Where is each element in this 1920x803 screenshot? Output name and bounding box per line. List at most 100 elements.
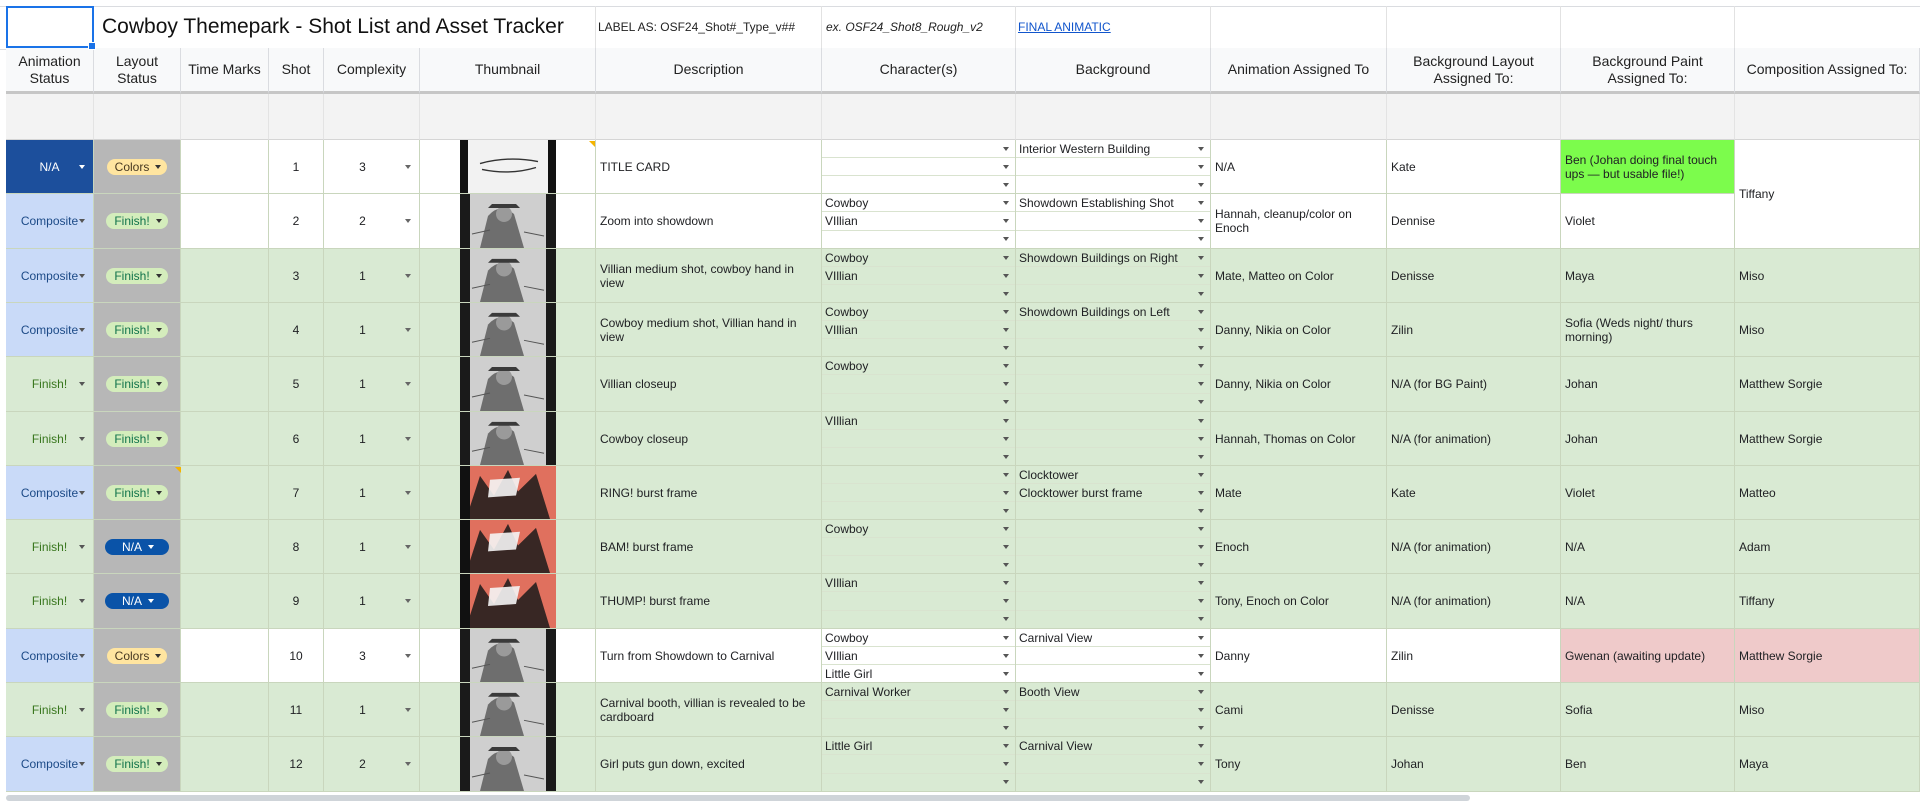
anim-status-cell[interactable]: Finish! [6, 683, 94, 737]
description-cell[interactable]: Villian medium shot, cowboy hand in view [596, 249, 822, 303]
shot-number-cell[interactable]: 4 [269, 303, 324, 357]
dropdown-arrow-icon[interactable] [1003, 291, 1009, 296]
dropdown-arrow-icon[interactable] [1003, 237, 1009, 242]
header-shot[interactable]: Shot [269, 48, 324, 94]
header-background[interactable]: Background [1016, 48, 1211, 94]
layout-status-cell[interactable]: Colors [94, 140, 181, 194]
character-dropdown[interactable]: Carnival Worker [822, 683, 1015, 701]
background-dropdown[interactable]: Showdown Buildings on Left [1016, 303, 1210, 321]
character-dropdown[interactable] [822, 611, 1015, 628]
chevron-down-icon[interactable] [155, 382, 162, 386]
bg-layout-assigned-cell[interactable]: Denisse [1387, 249, 1561, 303]
bg-layout-assigned-cell[interactable]: Johan [1387, 737, 1561, 792]
header-animation-assigned[interactable]: Animation Assigned To [1211, 48, 1387, 94]
dropdown-arrow-icon[interactable] [1003, 309, 1009, 314]
dropdown-arrow-icon[interactable] [405, 273, 411, 278]
dropdown-arrow-icon[interactable] [1198, 164, 1204, 169]
animation-assigned-cell[interactable]: Tony [1211, 737, 1387, 792]
time-marks-cell[interactable] [181, 683, 269, 737]
complexity-cell[interactable]: 3 [324, 140, 420, 194]
character-dropdown[interactable] [822, 502, 1015, 519]
character-dropdown[interactable] [822, 394, 1015, 411]
layout-status-chip[interactable]: Finish! [106, 484, 168, 501]
bg-paint-assigned-cell[interactable]: Violet [1561, 466, 1735, 520]
layout-status-cell[interactable]: Finish! [94, 357, 181, 412]
dropdown-arrow-icon[interactable] [405, 490, 411, 495]
shot-number-cell[interactable]: 12 [269, 737, 324, 792]
dropdown-arrow-icon[interactable] [1198, 291, 1204, 296]
character-dropdown[interactable] [822, 375, 1015, 394]
background-dropdown[interactable]: Showdown Buildings on Right [1016, 249, 1210, 267]
description-cell[interactable]: TITLE CARD [596, 140, 822, 194]
dropdown-arrow-icon[interactable] [1198, 617, 1204, 622]
anim-status-cell[interactable]: Composite [6, 737, 94, 792]
layout-status-chip[interactable]: Colors [106, 158, 168, 175]
thumbnail-cell[interactable] [420, 466, 596, 520]
dropdown-arrow-icon[interactable] [1198, 653, 1204, 658]
dropdown-arrow-icon[interactable] [1198, 544, 1204, 549]
dropdown-arrow-icon[interactable] [1003, 761, 1009, 766]
dropdown-arrow-icon[interactable] [1198, 255, 1204, 260]
fill-handle[interactable] [88, 42, 96, 50]
character-dropdown[interactable] [822, 556, 1015, 573]
description-cell[interactable]: RING! burst frame [596, 466, 822, 520]
bg-layout-assigned-cell[interactable]: N/A (for animation) [1387, 574, 1561, 629]
complexity-cell[interactable]: 1 [324, 520, 420, 574]
animation-assigned-cell[interactable]: N/A [1211, 140, 1387, 194]
animation-assigned-cell[interactable]: Hannah, cleanup/color on Enoch [1211, 194, 1387, 249]
dropdown-arrow-icon[interactable] [1198, 454, 1204, 459]
dropdown-arrow-icon[interactable] [79, 327, 85, 332]
character-dropdown[interactable]: VIllian [822, 321, 1015, 339]
complexity-cell[interactable]: 1 [324, 574, 420, 629]
layout-status-chip[interactable]: Finish! [106, 321, 168, 338]
time-marks-cell[interactable] [181, 629, 269, 683]
header-complexity[interactable]: Complexity [324, 48, 420, 94]
thumbnail-cell[interactable] [420, 140, 596, 194]
background-dropdown[interactable] [1016, 430, 1210, 448]
bg-paint-assigned-cell[interactable]: Ben [1561, 737, 1735, 792]
character-dropdown[interactable] [822, 466, 1015, 484]
dropdown-arrow-icon[interactable] [1003, 580, 1009, 585]
description-cell[interactable]: Turn from Showdown to Carnival [596, 629, 822, 683]
shot-number-cell[interactable]: 6 [269, 412, 324, 466]
complexity-cell[interactable]: 1 [324, 303, 420, 357]
animation-assigned-cell[interactable]: Danny [1211, 629, 1387, 683]
dropdown-arrow-icon[interactable] [1198, 381, 1204, 386]
header-bg-layout-assigned[interactable]: Background Layout Assigned To: [1387, 48, 1561, 94]
dropdown-arrow-icon[interactable] [1003, 327, 1009, 332]
character-dropdown[interactable]: Little Girl [822, 737, 1015, 756]
description-cell[interactable]: Girl puts gun down, excited [596, 737, 822, 792]
dropdown-arrow-icon[interactable] [1003, 743, 1009, 748]
character-dropdown[interactable] [822, 592, 1015, 611]
background-dropdown[interactable] [1016, 394, 1210, 411]
chevron-down-icon[interactable] [148, 599, 154, 603]
background-dropdown[interactable] [1016, 647, 1210, 665]
background-dropdown[interactable] [1016, 321, 1210, 339]
bg-paint-assigned-cell[interactable]: Ben (Johan doing final touch ups — but u… [1561, 140, 1735, 194]
character-dropdown[interactable] [822, 339, 1015, 356]
character-dropdown[interactable] [822, 448, 1015, 465]
bg-paint-assigned-cell[interactable]: Violet [1561, 194, 1735, 249]
dropdown-arrow-icon[interactable] [1198, 635, 1204, 640]
character-dropdown[interactable] [822, 484, 1015, 502]
thumbnail-cell[interactable] [420, 194, 596, 249]
anim-status-cell[interactable]: Composite [6, 466, 94, 520]
layout-status-chip[interactable]: Finish! [106, 213, 168, 229]
dropdown-arrow-icon[interactable] [405, 164, 411, 169]
composition-assigned-cell[interactable]: Tiffany [1735, 574, 1920, 629]
layout-status-chip[interactable]: N/A [105, 538, 169, 555]
chevron-down-icon[interactable] [155, 327, 162, 332]
background-dropdown[interactable] [1016, 158, 1210, 176]
background-dropdown[interactable] [1016, 212, 1210, 231]
bg-paint-assigned-cell[interactable]: Sofia (Weds night/ thurs morning) [1561, 303, 1735, 357]
dropdown-arrow-icon[interactable] [1003, 345, 1009, 350]
animation-assigned-cell[interactable]: Mate [1211, 466, 1387, 520]
dropdown-arrow-icon[interactable] [1003, 526, 1009, 531]
thumbnail-cell[interactable] [420, 357, 596, 412]
layout-status-cell[interactable]: Finish! [94, 466, 181, 520]
header-thumbnail[interactable]: Thumbnail [420, 48, 596, 94]
dropdown-arrow-icon[interactable] [1198, 363, 1204, 368]
animation-assigned-cell[interactable]: Mate, Matteo on Color [1211, 249, 1387, 303]
bg-layout-assigned-cell[interactable]: N/A (for BG Paint) [1387, 357, 1561, 412]
comment-indicator-icon[interactable] [175, 467, 181, 473]
